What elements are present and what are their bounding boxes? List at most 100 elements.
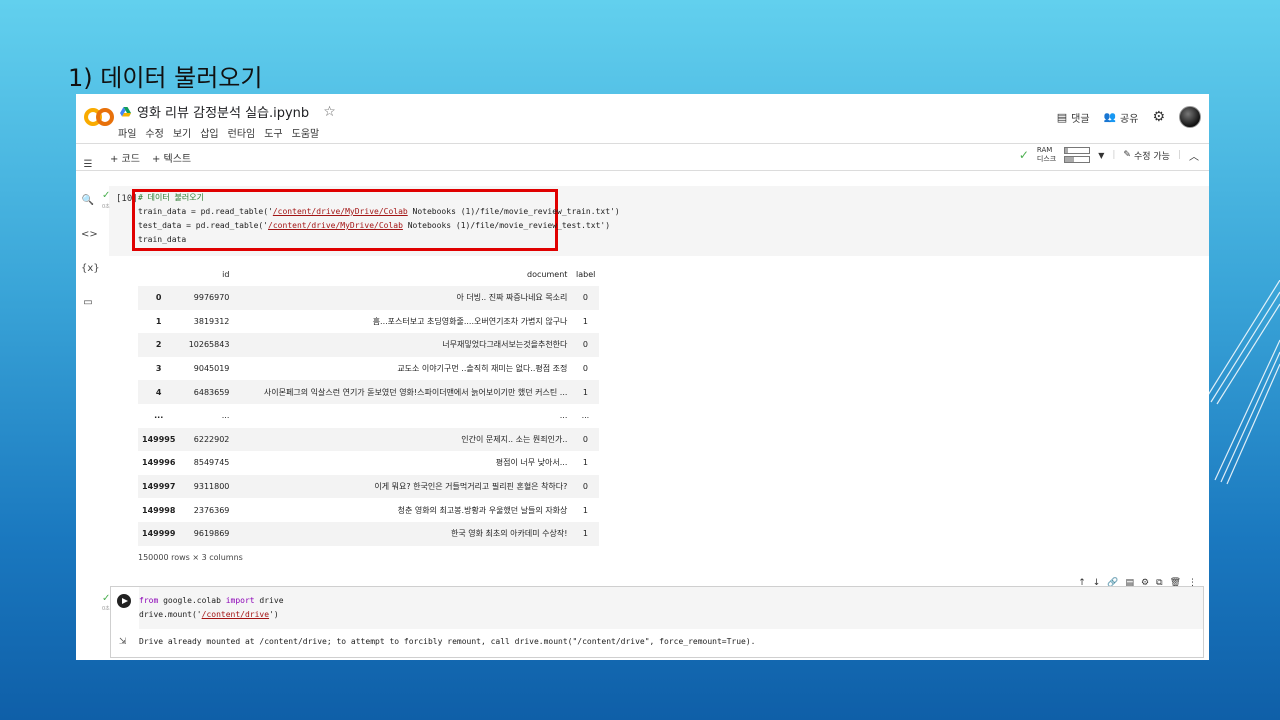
code-line-1: from google.colab import drive [139,596,284,605]
chevron-down-icon[interactable]: ▼ [1098,151,1104,160]
divider [76,143,1209,144]
cell-label: 1 [582,316,588,326]
cell-id: 9619869 [179,521,234,546]
ram-label: RAM [1036,146,1053,154]
cell-document: 사이몬페그의 익살스런 연기가 돋보였던 영화!스파이더맨에서 늙어보이기만 했… [233,380,572,404]
code-cell-2[interactable]: from google.colab import drive drive.mou… [110,586,1204,658]
cell-2-code: from google.colab import drive drive.mou… [139,594,284,622]
run-cell-button[interactable] [117,594,131,608]
ram-fill [1065,148,1068,153]
code-line-2: drive.mount('/content/drive') [139,610,279,619]
avatar[interactable] [1179,106,1201,128]
table-row: 4 6483659 사이몬페그의 익살스런 연기가 돋보였던 영화!스파이더맨에서 … [138,380,600,404]
share-button[interactable]: 👥 공유 [1104,110,1139,125]
table-row: 149999 9619869 한국 영화 최초의 아카데미 수상작! 1 [138,521,600,546]
row-index: 3 [155,364,162,374]
check-icon: ✓ [1018,148,1029,162]
comment-icon: ▤ [1056,110,1068,124]
row-index: 0 [138,286,180,310]
folder-icon[interactable]: ▭ [81,297,95,308]
table-row: 3 9045019 교도소 이야기구먼 ..솔직히 재미는 없다..평점 조정 0 [138,357,599,381]
separator: | [1177,150,1181,160]
menu-help[interactable]: 도움말 [292,125,320,140]
gear-icon[interactable]: ⚙ [1152,109,1165,125]
col-header-index [138,263,179,286]
cell-id: 9045019 [193,364,230,374]
dataframe-output: id document label 0 9976970 아 더빙.. 진짜 짜증나네… [138,263,600,546]
star-icon[interactable]: ☆ [323,104,336,120]
separator: | [1112,150,1116,160]
row-index: 2 [138,333,180,357]
resource-meter[interactable] [1064,147,1091,163]
table-row: 149998 2376369 청춘 영화의 최고봉.방황과 우울했던 날들의 자화상… [138,498,599,522]
edit-mode-label: 수정 가능 [1133,151,1170,162]
menu-runtime[interactable]: 런타임 [228,125,256,140]
output-icon[interactable]: ⇲ [119,637,127,647]
add-code-button[interactable]: + 코드 [110,150,140,165]
cell-document: 아 더빙.. 진짜 짜증나네요 목소리 [233,286,572,310]
header-actions: ▤ 댓글 👥 공유 ⚙ [1057,106,1201,128]
cell-document: 너무재밓었다그래서보는것을추천한다 [233,333,572,357]
code-comment: # 데이터 불러오기 [138,193,204,202]
cell-1-time: 0초 [102,204,110,210]
cell-id: 9311800 [179,474,234,499]
colab-window: 영화 리뷰 감정분석 실습.ipynb ☆ 파일 수정 보기 삽입 런타임 도구… [76,94,1209,660]
code-line-2: test_data = pd.read_table('/content/driv… [138,221,611,230]
chevron-up-icon[interactable]: ︿ [1189,148,1199,163]
cell-label: 1 [582,505,588,515]
cell-label: 0 [571,427,600,452]
drive-icon [120,106,131,116]
cell-1-check-icon: ✓ [102,190,111,201]
notebook-file-name[interactable]: 영화 리뷰 감정분석 실습.ipynb [137,102,309,121]
people-icon: 👥 [1103,111,1117,123]
cell-1-code[interactable]: # 데이터 불러오기 train_data = pd.read_table('/… [138,191,620,247]
row-index: 149995 [138,427,180,452]
disk-bar [1064,156,1091,163]
cell-id: 2376369 [193,505,230,515]
table-row: 0 9976970 아 더빙.. 진짜 짜증나네요 목소리 0 [138,286,600,310]
toc-icon[interactable]: ☰ [81,159,95,170]
menu-tools[interactable]: 도구 [264,125,282,140]
cell-id: 6222902 [179,427,234,452]
search-icon[interactable]: 🔍 [81,195,95,206]
variables-icon[interactable]: {x} [81,263,100,274]
table-header: id document label [138,263,599,286]
add-text-button[interactable]: + 텍스트 [152,150,191,165]
cell-label: 0 [571,286,600,310]
cell-label: 0 [582,364,588,374]
dataframe-shape: 150000 rows × 3 columns [138,553,243,562]
cell-document: 한국 영화 최초의 아카데미 수상작! [233,521,572,546]
menu-edit[interactable]: 수정 [145,125,163,140]
row-index: 1 [155,316,162,326]
table-row: 1 3819312 흠...포스터보고 초딩영화줄....오버연기조차 가볍지 않구… [138,310,599,334]
cell-2-editor[interactable]: from google.colab import drive drive.mou… [139,587,1203,629]
cell-id: 9976970 [179,286,234,310]
row-index: 4 [138,380,180,404]
cell-label: 1 [571,521,600,546]
comment-button[interactable]: ▤ 댓글 [1057,110,1090,125]
share-label: 공유 [1120,113,1139,125]
menu-bar: 파일 수정 보기 삽입 런타임 도구 도움말 [118,125,319,140]
toolbar-left: + 코드 + 텍스트 [110,150,191,165]
code-snippets-icon[interactable]: <> [81,229,98,240]
edit-mode-button[interactable]: ✎ 수정 가능 [1123,149,1170,162]
row-index: 149998 [142,505,176,515]
toolbar-right: ✓ RAM 디스크 ▼ | ✎ 수정 가능 | ︿ [1019,146,1199,164]
menu-file[interactable]: 파일 [118,125,136,140]
table-row: 2 10265843 너무재밓었다그래서보는것을추천한다 0 [138,333,600,357]
row-index: 149999 [138,521,180,546]
col-header-id: id [222,270,230,279]
cell-document: 흠...포스터보고 초딩영화줄....오버연기조차 가볍지 않구나 [372,316,568,326]
cell-label: 1 [571,380,600,404]
menu-insert[interactable]: 삽입 [200,125,218,140]
code-line-3: train_data [138,235,187,244]
cell-id: 10265843 [179,333,234,357]
cell-label: 0 [571,333,600,357]
menu-view[interactable]: 보기 [173,125,191,140]
resource-labels: RAM 디스크 [1037,146,1056,164]
divider [76,170,1209,171]
table-row: 149997 9311800 이게 뭐요? 한국인은 거들먹거리고 필리핀 혼혈은 … [138,474,600,499]
comment-label: 댓글 [1071,113,1090,125]
row-index: 149997 [138,474,180,499]
cell-document: 교도소 이야기구먼 ..솔직히 재미는 없다..평점 조정 [397,364,568,374]
